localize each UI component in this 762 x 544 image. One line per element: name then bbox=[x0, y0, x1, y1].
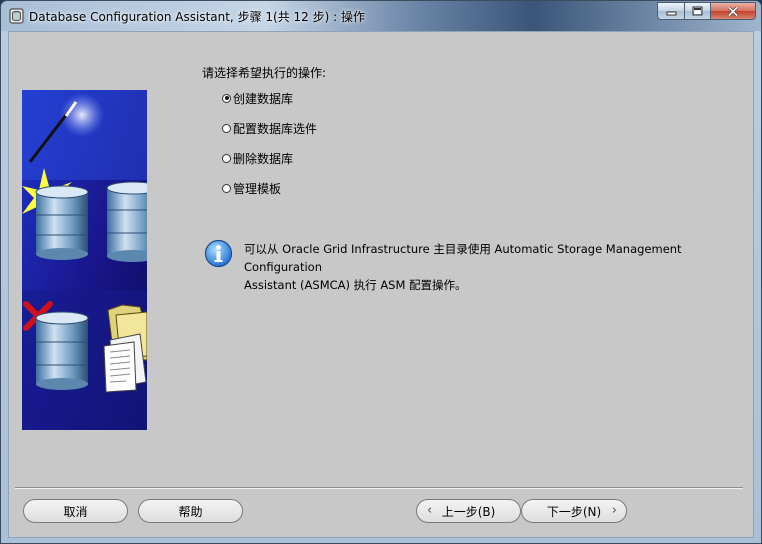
close-button[interactable] bbox=[710, 2, 756, 20]
minimize-icon bbox=[666, 11, 676, 16]
chevron-left-icon: ‹ bbox=[427, 503, 433, 518]
wizard-panel: 请选择希望执行的操作: 创建数据库 配置数据库选件 删除数据库 管理模板 可以从… bbox=[8, 31, 754, 538]
option-delete-database[interactable]: 删除数据库 bbox=[222, 150, 293, 166]
radio-manage-templates[interactable] bbox=[222, 183, 231, 193]
maximize-icon bbox=[692, 6, 703, 16]
option-label: 创建数据库 bbox=[233, 91, 294, 106]
radio-configure-database-options[interactable] bbox=[222, 123, 231, 133]
help-button[interactable]: 帮助 bbox=[138, 499, 243, 523]
radio-delete-database[interactable] bbox=[222, 153, 231, 163]
app-icon[interactable] bbox=[9, 8, 24, 24]
info-line-2: Assistant (ASMCA) 执行 ASM 配置操作。 bbox=[244, 278, 467, 292]
asm-info-message: 可以从 Oracle Grid Infrastructure 主目录使用 Aut… bbox=[244, 240, 744, 294]
option-create-database[interactable]: 创建数据库 bbox=[222, 90, 293, 106]
next-button-label: 下一步(N) bbox=[546, 504, 602, 519]
window-title: Database Configuration Assistant, 步骤 1(共… bbox=[29, 10, 365, 24]
maximize-button[interactable] bbox=[684, 2, 710, 20]
wizard-illustration bbox=[22, 90, 147, 430]
option-label: 删除数据库 bbox=[233, 151, 294, 166]
option-configure-database-options[interactable]: 配置数据库选件 bbox=[222, 120, 317, 136]
option-label: 配置数据库选件 bbox=[233, 121, 318, 136]
app-window: Database Configuration Assistant, 步骤 1(共… bbox=[0, 0, 762, 544]
chevron-right-icon: › bbox=[611, 503, 617, 518]
close-icon bbox=[727, 5, 739, 17]
radio-create-database[interactable] bbox=[222, 93, 231, 103]
window-controls bbox=[657, 2, 756, 21]
operation-prompt: 请选择希望执行的操作: bbox=[202, 66, 327, 80]
footer-separator bbox=[15, 487, 743, 489]
info-line-1: 可以从 Oracle Grid Infrastructure 主目录使用 Aut… bbox=[244, 242, 682, 274]
option-manage-templates[interactable]: 管理模板 bbox=[222, 180, 281, 196]
title-bar[interactable]: Database Configuration Assistant, 步骤 1(共… bbox=[1, 1, 761, 31]
back-button-label: 上一步(B) bbox=[441, 504, 496, 519]
back-button[interactable]: ‹ 上一步(B) bbox=[416, 499, 521, 523]
cancel-button[interactable]: 取消 bbox=[23, 499, 128, 523]
option-label: 管理模板 bbox=[233, 181, 282, 196]
next-button[interactable]: 下一步(N) › bbox=[521, 499, 627, 523]
info-icon bbox=[204, 239, 233, 268]
minimize-button[interactable] bbox=[657, 2, 684, 20]
